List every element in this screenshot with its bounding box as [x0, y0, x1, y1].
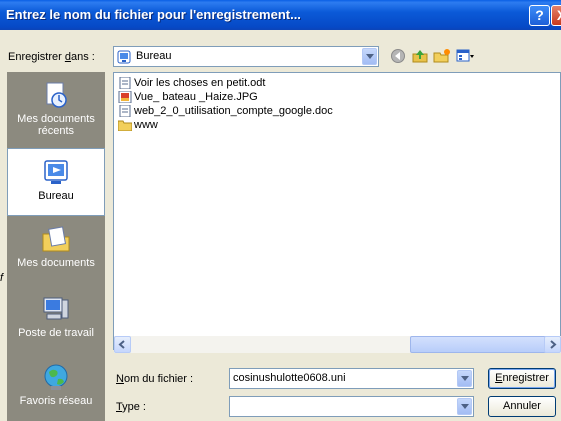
save-in-value: Bureau: [136, 50, 172, 62]
save-in-label: Enregistrer dans :: [8, 51, 95, 63]
up-folder-icon[interactable]: [411, 48, 429, 64]
place-label: Mes documents: [17, 113, 95, 125]
computer-icon: [43, 297, 69, 320]
view-menu-icon[interactable]: [456, 48, 474, 64]
list-item[interactable]: Vue_ bateau _Haize.JPG: [118, 91, 258, 105]
cancel-button[interactable]: Annuler: [488, 396, 556, 417]
filename-input[interactable]: cosinushulotte0608.uni: [229, 368, 474, 389]
filename-label: Nom du fichier :: [116, 373, 194, 385]
scroll-left-button[interactable]: [114, 336, 131, 353]
chevron-right-icon: [550, 340, 557, 349]
filetype-label: Type :: [116, 401, 146, 413]
file-name: Voir les choses en petit.odt: [134, 77, 266, 89]
place-desktop[interactable]: Bureau: [7, 148, 105, 216]
filename-value: cosinushulotte0608.uni: [233, 372, 346, 384]
close-button[interactable]: X: [551, 5, 561, 26]
title-bar[interactable]: Entrez le nom du fichier pour l'enregist…: [0, 0, 561, 30]
chevron-down-icon[interactable]: [457, 370, 472, 387]
file-name: Vue_ bateau _Haize.JPG: [134, 91, 258, 103]
chevron-down-icon[interactable]: [362, 48, 377, 65]
save-button[interactable]: Enregistrer: [488, 368, 556, 389]
place-label: Favoris réseau: [19, 395, 93, 407]
file-list[interactable]: Voir les choses en petit.odt Vue_ bateau…: [113, 72, 561, 350]
place-label: Mes documents: [17, 257, 95, 269]
desktop-icon: [44, 160, 68, 184]
dialog-title: Entrez le nom du fichier pour l'enregist…: [6, 7, 301, 22]
save-in-combo[interactable]: Bureau: [113, 46, 379, 67]
place-label: Bureau: [38, 190, 74, 202]
my-documents-icon: [42, 226, 70, 252]
stray-character: f: [0, 272, 4, 284]
file-name: www: [134, 119, 158, 131]
place-my-computer[interactable]: Poste de travail: [7, 294, 105, 339]
list-item[interactable]: web_2_0_utilisation_compte_google.doc: [118, 105, 333, 119]
places-bar: Mes documents récents Bureau Mes documen…: [7, 72, 105, 421]
desktop-folder-icon: [117, 50, 131, 64]
list-item[interactable]: Voir les choses en petit.odt: [118, 77, 265, 91]
filetype-select[interactable]: [229, 396, 474, 417]
place-recent-documents[interactable]: Mes documents récents: [7, 80, 105, 137]
place-label-line2: récents: [37, 125, 75, 137]
help-button[interactable]: ?: [529, 5, 550, 26]
save-dialog: Entrez le nom du fichier pour l'enregist…: [0, 0, 561, 421]
new-folder-icon[interactable]: [433, 48, 451, 64]
chevron-left-icon: [118, 340, 125, 349]
chevron-down-icon[interactable]: [457, 398, 472, 415]
scroll-thumb[interactable]: [410, 336, 556, 353]
recent-documents-icon: [46, 82, 67, 108]
place-my-documents[interactable]: Mes documents: [7, 224, 105, 269]
place-label: Poste de travail: [18, 327, 94, 339]
file-name: web_2_0_utilisation_compte_google.doc: [134, 105, 333, 117]
scroll-right-button[interactable]: [544, 336, 561, 353]
horizontal-scrollbar[interactable]: [114, 336, 561, 353]
list-item[interactable]: www: [118, 119, 158, 133]
image-icon: [118, 91, 132, 104]
document-icon: [119, 105, 131, 118]
place-network[interactable]: Favoris réseau: [7, 362, 105, 407]
back-icon[interactable]: [389, 48, 407, 64]
network-globe-icon: [44, 364, 68, 390]
document-icon: [119, 77, 131, 90]
folder-icon: [118, 120, 132, 132]
